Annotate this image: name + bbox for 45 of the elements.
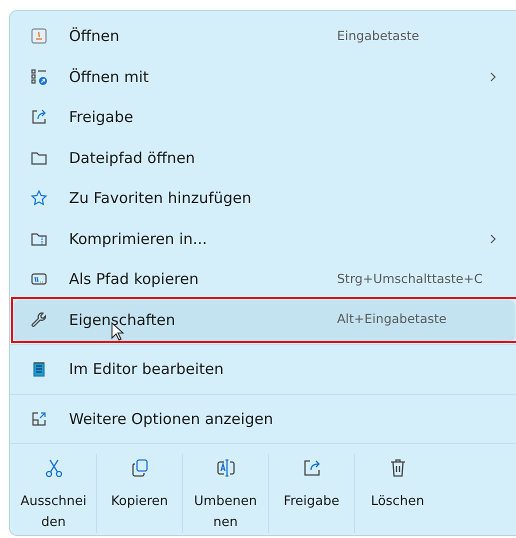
expand-icon (30, 410, 48, 428)
toolbar-label: Umbenennen (193, 493, 258, 532)
chevron-right-icon (488, 70, 498, 83)
menu-item[interactable]: Dateipfad öffnen (14, 138, 514, 178)
menu-item[interactable]: Als Pfad kopieren Strg+Umschalttaste+C (14, 259, 514, 300)
menu-item-label: Freigabe (69, 107, 134, 128)
menu-item-label: Öffnen mit (69, 66, 149, 88)
app-list-icon (30, 68, 48, 86)
rename-icon (216, 458, 236, 478)
toolbar-label: Ausschneiden (20, 493, 88, 532)
menu-item-label: Komprimieren in... (69, 228, 208, 250)
menu-item-label: Im Editor bearbeiten (69, 359, 224, 380)
wrench-icon (30, 310, 48, 329)
toolbar-button[interactable]: Umbenennen (183, 454, 268, 533)
menu-item-label: Als Pfad kopieren (69, 269, 199, 290)
menu-item[interactable]: Komprimieren in... (14, 218, 514, 259)
shortcut-label: Alt+Eingabetaste (337, 310, 447, 328)
app-icon (30, 27, 48, 46)
toolbar-button[interactable]: Ausschneiden (11, 454, 96, 533)
menu-item-label: Dateipfad öffnen (69, 148, 196, 168)
menu-item[interactable]: Öffnen Eingabetaste (14, 16, 514, 56)
menu-item-label: Zu Favoriten hinzufügen (69, 188, 252, 209)
menu-item[interactable]: Eigenschaften Alt+Eingabetaste (14, 300, 514, 340)
menu-item-label: Eigenschaften (69, 310, 176, 330)
toolbar-button[interactable]: Kopieren (97, 454, 182, 533)
share-icon (30, 108, 48, 126)
toolbar-label: Freigabe (282, 493, 340, 511)
scissors-icon (44, 458, 64, 478)
toolbar-label: Löschen (370, 493, 426, 511)
menu-item[interactable]: Weitere Optionen anzeigen (14, 398, 514, 439)
toolbar-label: Kopieren (110, 493, 169, 511)
menu-item[interactable]: Zu Favoriten hinzufügen (14, 178, 514, 218)
menu-item[interactable]: Im Editor bearbeiten (14, 349, 514, 390)
shortcut-label: Strg+Umschalttaste+C (337, 270, 483, 288)
copy-icon (130, 458, 150, 478)
share-icon (302, 458, 322, 478)
star-icon (30, 189, 48, 208)
menu-item-label: Weitere Optionen anzeigen (69, 408, 274, 430)
toolbar-button[interactable]: Freigabe (269, 454, 354, 533)
shortcut-label: Eingabetaste (337, 26, 420, 45)
menu-item[interactable]: Öffnen mit (14, 56, 514, 97)
chevron-right-icon (488, 232, 498, 245)
menu-item[interactable]: Freigabe (14, 97, 514, 138)
menu-item-label: Öffnen (69, 26, 120, 47)
toolbar-button[interactable]: Löschen (355, 454, 440, 533)
